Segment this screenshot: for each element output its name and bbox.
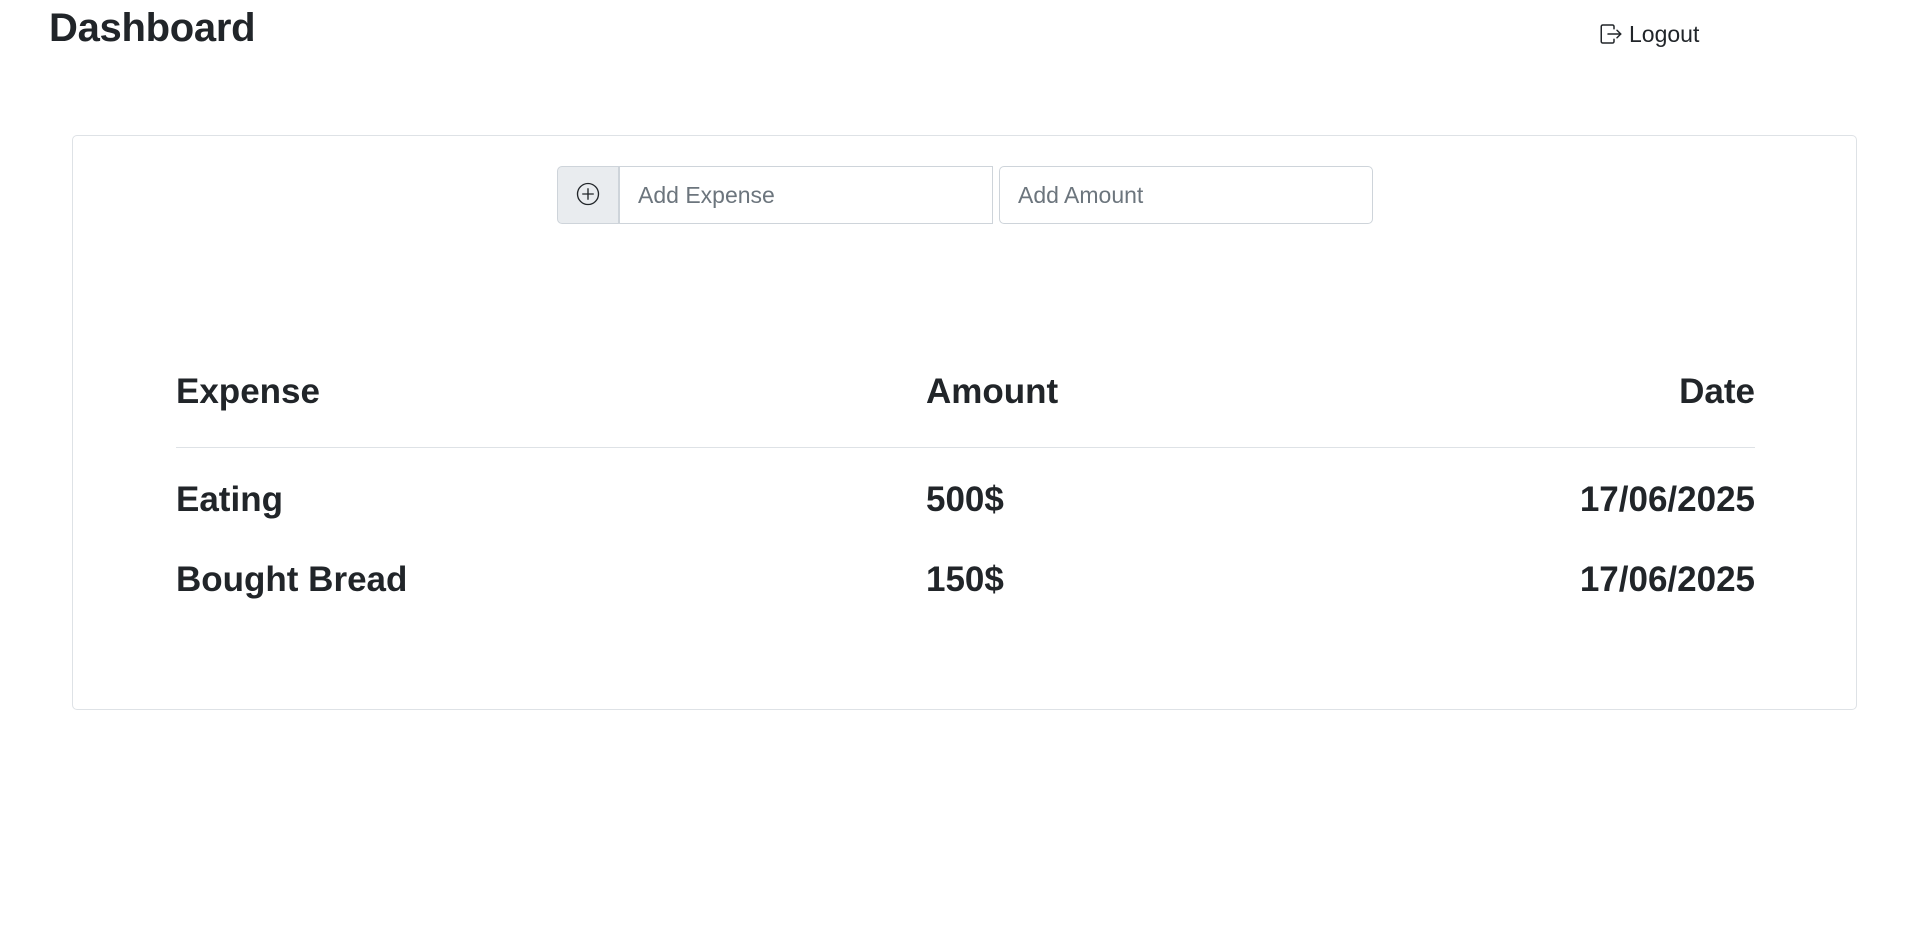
amount-cell: 500$ bbox=[926, 480, 1004, 519]
expenses-table: Expense Amount Date Eating 500$ 17/06/20… bbox=[176, 336, 1755, 620]
expense-cell: Eating bbox=[176, 480, 283, 519]
expense-cell: Bought Bread bbox=[176, 560, 408, 599]
column-header-date: Date bbox=[1282, 336, 1755, 448]
add-expense-form bbox=[557, 166, 1373, 224]
table-row: Eating 500$ 17/06/2025 bbox=[176, 448, 1755, 541]
logout-button[interactable]: Logout bbox=[1598, 17, 1699, 51]
table-header-row: Expense Amount Date bbox=[176, 336, 1755, 448]
column-header-expense: Expense bbox=[176, 336, 926, 448]
date-cell: 17/06/2025 bbox=[1579, 480, 1755, 519]
logout-label: Logout bbox=[1629, 20, 1700, 47]
column-header-amount: Amount bbox=[926, 336, 1283, 448]
logout-icon bbox=[1598, 21, 1624, 47]
amount-input[interactable] bbox=[999, 166, 1373, 224]
plus-circle-icon bbox=[576, 182, 600, 209]
page-title: Dashboard bbox=[49, 6, 256, 50]
dashboard-page: Dashboard Logout Add Expense Add Amount … bbox=[0, 0, 1919, 945]
table-row: Bought Bread 150$ 17/06/2025 bbox=[176, 540, 1755, 620]
amount-cell: 150$ bbox=[926, 560, 1004, 599]
add-expense-button[interactable] bbox=[557, 166, 619, 224]
expenses-card: Expense Amount Date Eating 500$ 17/06/20… bbox=[72, 135, 1857, 710]
date-cell: 17/06/2025 bbox=[1579, 560, 1755, 599]
expense-input[interactable] bbox=[619, 166, 993, 224]
